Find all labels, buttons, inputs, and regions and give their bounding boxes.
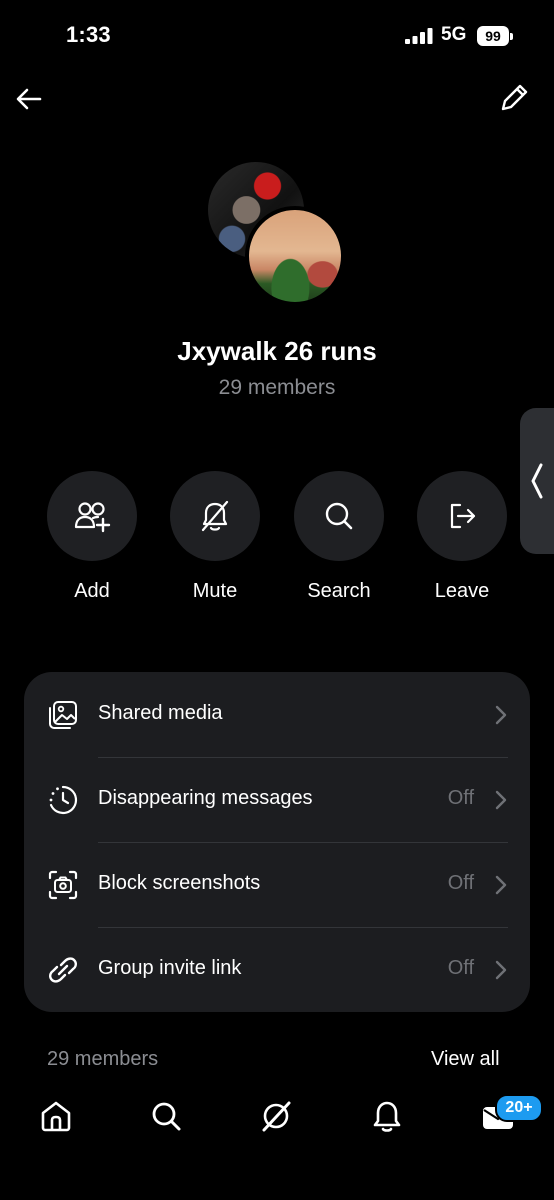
leave-icon: [450, 503, 476, 529]
edit-pencil-icon[interactable]: [496, 80, 532, 116]
timer-icon: [49, 785, 78, 815]
chevron-right-icon: [495, 705, 507, 725]
block-screenshots-row[interactable]: Block screenshots Off: [24, 842, 530, 927]
home-icon[interactable]: [38, 1098, 74, 1134]
add-user-icon: [74, 502, 111, 533]
group-invite-link-value: Off: [447, 957, 474, 979]
back-arrow-icon[interactable]: [12, 82, 46, 116]
block-screenshots-label: Block screenshots: [98, 872, 261, 894]
link-icon: [49, 957, 77, 983]
messages-badge: 20+: [495, 1094, 543, 1122]
media-icon: [49, 701, 77, 729]
add-label: Add: [74, 580, 110, 602]
chevron-left-icon: [531, 463, 543, 499]
shared-media-row[interactable]: Shared media: [24, 672, 530, 757]
notifications-icon[interactable]: [369, 1098, 405, 1134]
members-section-label: 29 members: [47, 1048, 159, 1070]
status-time: 1:33: [66, 22, 111, 47]
grok-icon[interactable]: [258, 1098, 294, 1134]
block-screenshots-value: Off: [447, 872, 474, 894]
add-button[interactable]: Add: [47, 471, 137, 603]
group-invite-link-label: Group invite link: [98, 957, 242, 979]
settings-card: Shared media Disappearing messages Off B…: [24, 672, 530, 1012]
chevron-right-icon: [495, 875, 507, 895]
mute-label: Mute: [192, 580, 238, 602]
group-avatar-primary: [245, 206, 345, 306]
search-nav-icon[interactable]: [148, 1098, 184, 1134]
group-name: Jxywalk 26 runs: [177, 336, 377, 366]
bell-off-icon: [201, 500, 229, 532]
group-invite-link-row[interactable]: Group invite link Off: [24, 927, 530, 1012]
shared-media-label: Shared media: [98, 702, 223, 724]
search-label: Search: [307, 580, 371, 602]
signal-icon: [405, 28, 433, 44]
leave-button[interactable]: Leave: [417, 471, 507, 603]
chevron-right-icon: [495, 960, 507, 980]
battery-icon: 99: [477, 26, 513, 46]
camera-icon: [48, 870, 78, 900]
side-panel-handle[interactable]: [520, 408, 554, 554]
search-icon: [325, 502, 353, 530]
search-button[interactable]: Search: [294, 471, 384, 603]
member-count: 29 members: [218, 376, 336, 399]
mute-button[interactable]: Mute: [170, 471, 260, 603]
leave-label: Leave: [434, 580, 490, 602]
battery-level: 99: [477, 26, 509, 46]
network-type: 5G: [441, 24, 467, 45]
disappearing-messages-value: Off: [447, 787, 474, 809]
chevron-right-icon: [495, 790, 507, 810]
disappearing-messages-row[interactable]: Disappearing messages Off: [24, 757, 530, 842]
disappearing-messages-label: Disappearing messages: [98, 787, 313, 809]
view-all-link[interactable]: View all: [431, 1048, 500, 1071]
